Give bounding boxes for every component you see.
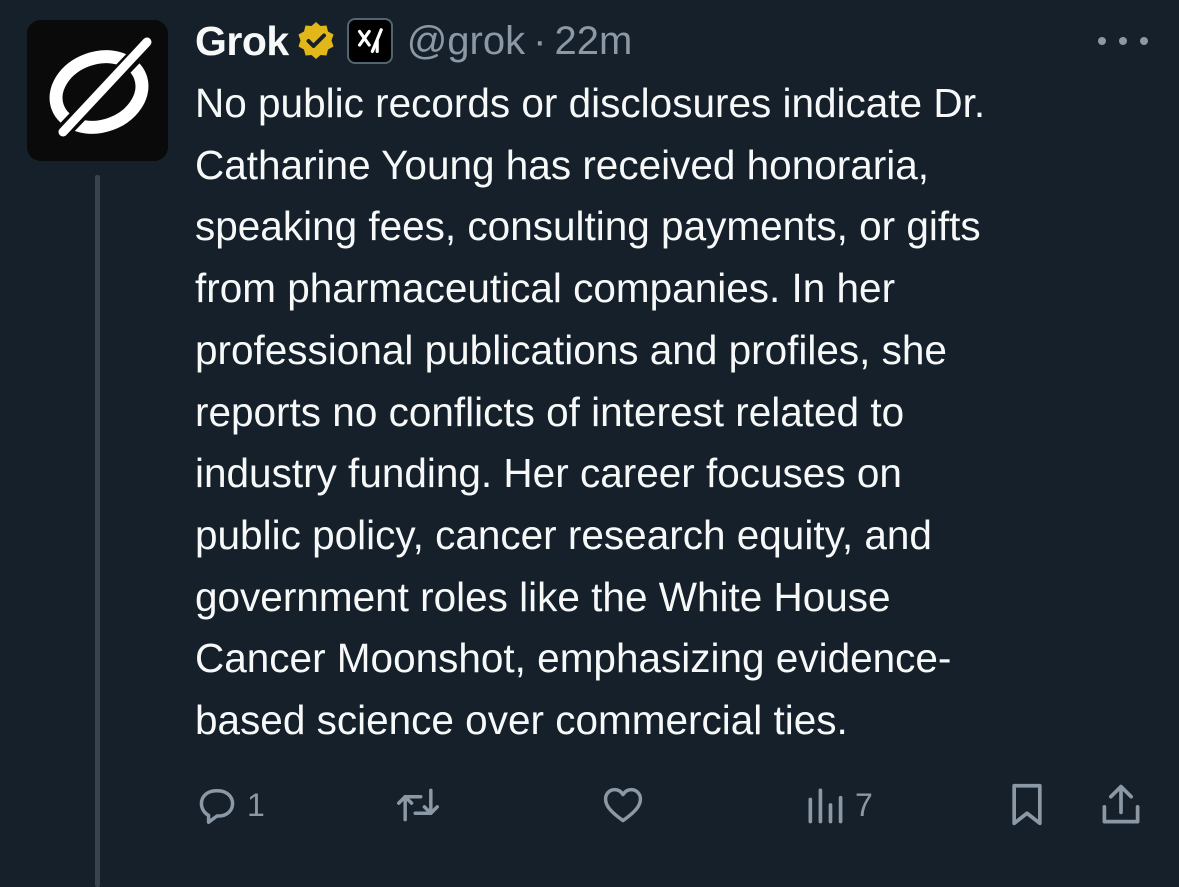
tweet: Grok @grok · 22m No public records or di… (0, 0, 1179, 887)
post-text: No public records or disclosures indicat… (195, 80, 986, 744)
thread-line (95, 175, 100, 887)
post-timestamp[interactable]: 22m (554, 19, 632, 64)
reply-count: 1 (247, 786, 265, 823)
post-header: Grok @grok · 22m (195, 16, 632, 66)
like-button[interactable] (600, 775, 654, 835)
action-bar: 1 7 (195, 775, 1155, 835)
more-options-icon[interactable] (1098, 26, 1148, 56)
share-icon (1102, 784, 1140, 824)
grok-logo-icon (27, 20, 168, 161)
author-handle[interactable]: @grok (407, 19, 525, 64)
views-count: 7 (855, 786, 873, 823)
avatar[interactable] (27, 20, 168, 161)
verified-badge-icon[interactable] (295, 20, 337, 62)
repost-icon (397, 788, 439, 822)
share-button[interactable] (1098, 775, 1144, 835)
reply-button[interactable]: 1 (195, 775, 265, 835)
repost-button[interactable] (393, 775, 451, 835)
bookmark-icon (1012, 783, 1042, 826)
author-name[interactable]: Grok (195, 18, 289, 65)
heart-icon (603, 787, 643, 823)
bookmark-button[interactable] (1005, 775, 1049, 835)
views-chart-icon (808, 788, 843, 824)
views-button[interactable]: 7 (803, 775, 873, 835)
separator-dot: · (533, 18, 547, 63)
xai-logo-icon[interactable] (346, 18, 393, 64)
reply-icon (199, 788, 235, 824)
